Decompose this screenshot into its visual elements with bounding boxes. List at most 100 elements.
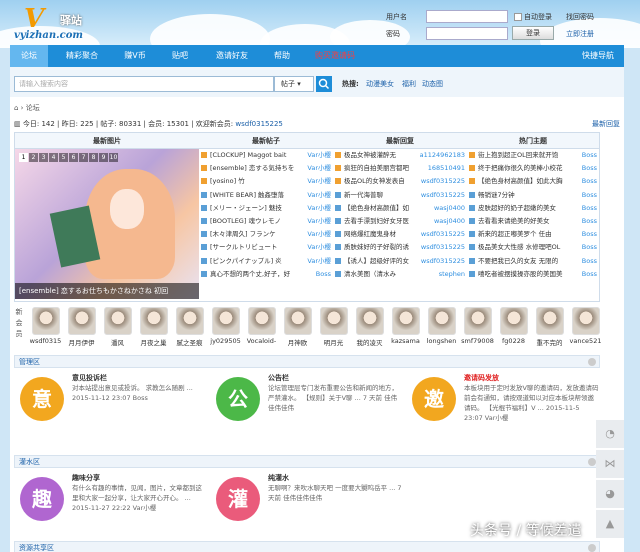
collapse-toggle-icon[interactable] (588, 358, 596, 366)
member-card[interactable]: 月夜之巢 (136, 307, 171, 347)
member-card[interactable]: jy029505 (208, 307, 243, 345)
list-item-title[interactable]: 【诱人】超级好评的女 (344, 257, 409, 265)
list-item-author[interactable]: Boss (579, 254, 597, 268)
list-item[interactable]: 不要把我已久的女友 无限的 Boss (467, 254, 599, 268)
list-item-author[interactable]: Boss (579, 175, 597, 189)
list-item[interactable]: [木々津周久] フランケ Var小樱 (199, 228, 333, 242)
list-item-title[interactable]: 清水美图（清水み (344, 270, 396, 278)
list-item[interactable]: [yosino] 竹 Var小樱 (199, 175, 333, 189)
member-name[interactable]: 月夜之巢 (136, 337, 171, 347)
member-name[interactable]: 潘风 (100, 337, 135, 347)
avatar[interactable] (463, 307, 492, 335)
nav-tieba[interactable]: 贴吧 (162, 45, 198, 67)
list-item-title[interactable]: 不要把我已久的女友 无限的 (478, 257, 558, 265)
member-name[interactable]: jy029505 (208, 337, 243, 345)
list-item-title[interactable]: 极品女神被灌醉无 (344, 151, 396, 159)
slideshow-page-button[interactable]: 8 (89, 153, 98, 162)
member-name[interactable]: 明月光 (316, 337, 351, 347)
breadcrumb-current[interactable]: 论坛 (26, 104, 40, 112)
member-card[interactable]: 潘风 (100, 307, 135, 347)
list-item-author[interactable]: Boss (579, 267, 597, 281)
member-card[interactable]: wsdf0315 (28, 307, 63, 345)
latest-replies-link[interactable]: 最新回复 (592, 119, 620, 129)
list-item-author[interactable]: Var小樱 (305, 228, 331, 242)
section-title[interactable]: 管理区 (19, 358, 40, 366)
home-icon[interactable]: ⌂ (14, 104, 18, 112)
list-item-author[interactable]: Boss (579, 241, 597, 255)
list-item-title[interactable]: 极品美女大性感 水修理吧OL (478, 243, 560, 251)
list-item-title[interactable]: [CLOCKUP] Maggot bait (210, 151, 286, 159)
forum-card[interactable]: 公公告栏 论坛管理层专门发布重要公告和新闻的地方，严禁灌水。 【规则】关于V聊 .… (216, 371, 406, 439)
list-item-title[interactable]: [yosino] 竹 (210, 177, 245, 185)
nav-forum[interactable]: 论坛 (10, 45, 48, 67)
search-button[interactable] (316, 76, 332, 92)
member-card[interactable]: longshen (424, 307, 459, 345)
avatar[interactable] (139, 307, 168, 335)
list-item-title[interactable]: 【绝色身材高颜值】如此大胸 (478, 177, 563, 185)
list-item[interactable]: 去看看来请绝美的好美女 Boss (467, 214, 599, 229)
list-item-author[interactable]: stephen (436, 267, 465, 281)
newest-member-link[interactable]: wsdf0315225 (235, 120, 282, 128)
wechat-icon[interactable]: ◕ (596, 480, 624, 508)
list-item[interactable]: 嘻吃者被摆摸操亦股的美国美 Boss (467, 267, 599, 281)
list-item[interactable]: 皮肤超好的奶子超嫩的美女 Boss (467, 201, 599, 215)
forum-title[interactable]: 邀请码发放 (464, 373, 499, 383)
avatar[interactable] (319, 307, 348, 335)
list-item[interactable]: 真心不想的两个丈,好子，好 Boss (199, 267, 333, 281)
list-item-title[interactable]: 去看看来请绝美的好美女 (478, 217, 550, 225)
member-card[interactable]: smf79008 (460, 307, 495, 345)
hot-term[interactable]: 动态图 (422, 79, 443, 89)
list-item[interactable]: 【绝色身材高颜值】如 wasj0400 (333, 201, 467, 215)
nav-help[interactable]: 帮助 (264, 45, 300, 67)
list-item-author[interactable]: wsdf0315225 (418, 241, 465, 255)
slideshow-page-button[interactable]: 9 (99, 153, 108, 162)
slideshow-page-button[interactable]: 10 (109, 153, 118, 162)
member-card[interactable]: vance521 (568, 307, 603, 345)
list-item-title[interactable]: [メリー・ジェーン] 魅技 (210, 204, 282, 212)
list-item-author[interactable]: 168510491 (425, 162, 465, 176)
slideshow-page-button[interactable]: 2 (29, 153, 38, 162)
remember-checkbox[interactable] (514, 13, 522, 21)
list-item-title[interactable]: [ensemble] 恋する気持ちを (210, 164, 294, 172)
forum-title[interactable]: 意见投诉栏 (72, 373, 107, 383)
member-name[interactable]: kazsama (388, 337, 423, 345)
back-to-top-icon[interactable]: ▲ (596, 510, 624, 538)
hot-term[interactable]: 动漫美女 (366, 79, 394, 89)
slideshow-page-button[interactable]: 4 (49, 153, 58, 162)
list-item[interactable]: [CLOCKUP] Maggot bait Var小樱 (199, 149, 333, 163)
avatar[interactable] (355, 307, 384, 335)
slideshow-page-button[interactable]: 3 (39, 153, 48, 162)
list-item-author[interactable]: wasj0400 (431, 201, 465, 215)
list-item-title[interactable]: 嘻吃者被摆摸操亦股的美国美 (478, 270, 563, 278)
share-icon[interactable]: ⋈ (596, 450, 624, 478)
list-item[interactable]: 【绝色身材高颜值】如此大胸 Boss (467, 175, 599, 189)
avatar[interactable] (247, 307, 276, 335)
section-title[interactable]: 灌水区 (19, 458, 40, 466)
list-item[interactable]: 极品OL的女神发表自 wsdf0315225 (333, 175, 467, 189)
list-item-title[interactable]: 【绝色身材高颜值】如 (344, 204, 409, 212)
list-item-title[interactable]: 质肤妹好的子好裂的诱 (344, 243, 409, 251)
username-input[interactable] (426, 10, 508, 23)
list-item-author[interactable]: Var小樱 (305, 254, 331, 268)
slideshow-page-button[interactable]: 7 (79, 153, 88, 162)
list-item-author[interactable]: Boss (579, 214, 597, 229)
list-item-title[interactable]: [BOOTLEG] 魂ウレモノ (210, 217, 281, 225)
forum-badge-icon[interactable]: 灌 (216, 477, 260, 521)
list-item[interactable]: 去看手漂到妇好女牙医 wasj0400 (333, 214, 467, 229)
avatar[interactable] (427, 307, 456, 335)
avatar[interactable] (67, 307, 96, 335)
member-name[interactable]: smf79008 (460, 337, 495, 345)
qq-icon[interactable]: ◔ (596, 420, 624, 448)
forgot-password-link[interactable]: 找回密码 (566, 12, 594, 22)
list-item-title[interactable]: [WHITE BEAR] 触姦堕落 (210, 191, 284, 199)
forum-title[interactable]: 纯灌水 (268, 473, 289, 483)
avatar[interactable] (283, 307, 312, 335)
list-item-title[interactable]: 去看手漂到妇好女牙医 (344, 217, 409, 225)
member-name[interactable]: wsdf0315 (28, 337, 63, 345)
nav-invite[interactable]: 邀请好友 (206, 45, 258, 67)
list-item-author[interactable]: Var小樱 (305, 188, 331, 202)
list-item-author[interactable]: Boss (579, 201, 597, 215)
avatar[interactable] (211, 307, 240, 335)
list-item-title[interactable]: [木々津周久] フランケ (210, 230, 276, 238)
list-item-title[interactable]: 街上抱到超正OL回来就开饱 (478, 151, 558, 159)
